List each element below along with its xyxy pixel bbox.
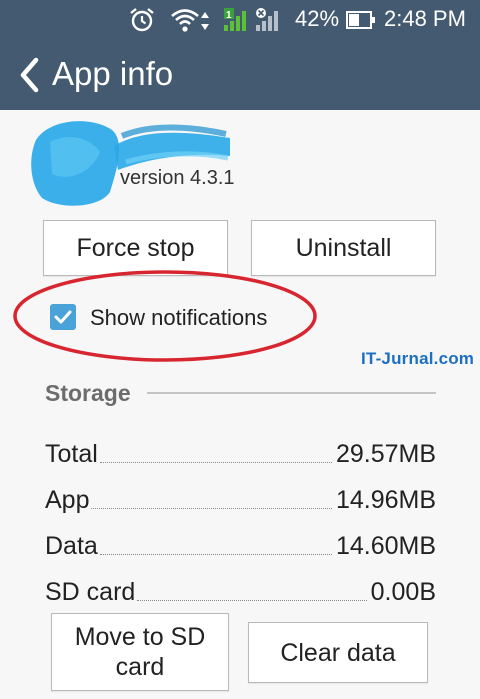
storage-list: Total 29.57MB App 14.96MB Data 14.60MB S…	[45, 425, 436, 609]
storage-row-sd-card: SD card 0.00B	[45, 563, 436, 609]
storage-row-label: Data	[45, 532, 98, 560]
move-to-sd-card-button[interactable]: Move to SD card	[51, 613, 229, 691]
svg-text:1: 1	[226, 10, 232, 21]
dotted-leader	[99, 554, 332, 555]
show-notifications-label: Show notifications	[90, 305, 268, 330]
dotted-leader	[99, 462, 332, 463]
storage-row-value: 29.57MB	[335, 440, 436, 468]
storage-row-value: 0.00B	[370, 578, 436, 606]
data-arrows-icon	[201, 12, 209, 30]
wifi-icon	[171, 9, 199, 32]
clear-data-button[interactable]: Clear data	[248, 622, 428, 683]
section-divider	[147, 392, 436, 394]
battery-percent: 42%	[295, 6, 340, 31]
storage-row-label: SD card	[45, 578, 136, 606]
show-notifications-checkbox[interactable]	[50, 304, 76, 330]
clock: 2:48 PM	[384, 6, 466, 31]
battery-icon	[346, 11, 375, 29]
signal-1-icon: 1	[224, 8, 246, 31]
signal-2-icon	[256, 8, 278, 31]
app-icon	[31, 121, 230, 206]
storage-row-label: Total	[45, 440, 98, 468]
dotted-leader	[91, 508, 332, 509]
status-bar: 1 42% 2:48 PM	[0, 0, 480, 40]
storage-row-value: 14.60MB	[335, 532, 436, 560]
storage-row-value: 14.96MB	[335, 486, 436, 514]
chevron-left-icon[interactable]	[16, 55, 46, 95]
dotted-leader	[137, 600, 367, 601]
app-bar: App info	[0, 40, 480, 110]
show-notifications-row[interactable]: Show notifications	[46, 300, 306, 336]
storage-row-app: App 14.96MB	[45, 471, 436, 517]
app-version: version 4.3.1	[120, 167, 235, 189]
page-title: App info	[52, 55, 174, 92]
check-icon	[54, 310, 72, 324]
alarm-icon	[130, 8, 154, 32]
storage-section-title: Storage	[45, 380, 131, 406]
storage-row-label: App	[45, 486, 90, 514]
watermark: IT-Jurnal.com	[361, 349, 475, 368]
storage-row-data: Data 14.60MB	[45, 517, 436, 563]
storage-row-total: Total 29.57MB	[45, 425, 436, 471]
